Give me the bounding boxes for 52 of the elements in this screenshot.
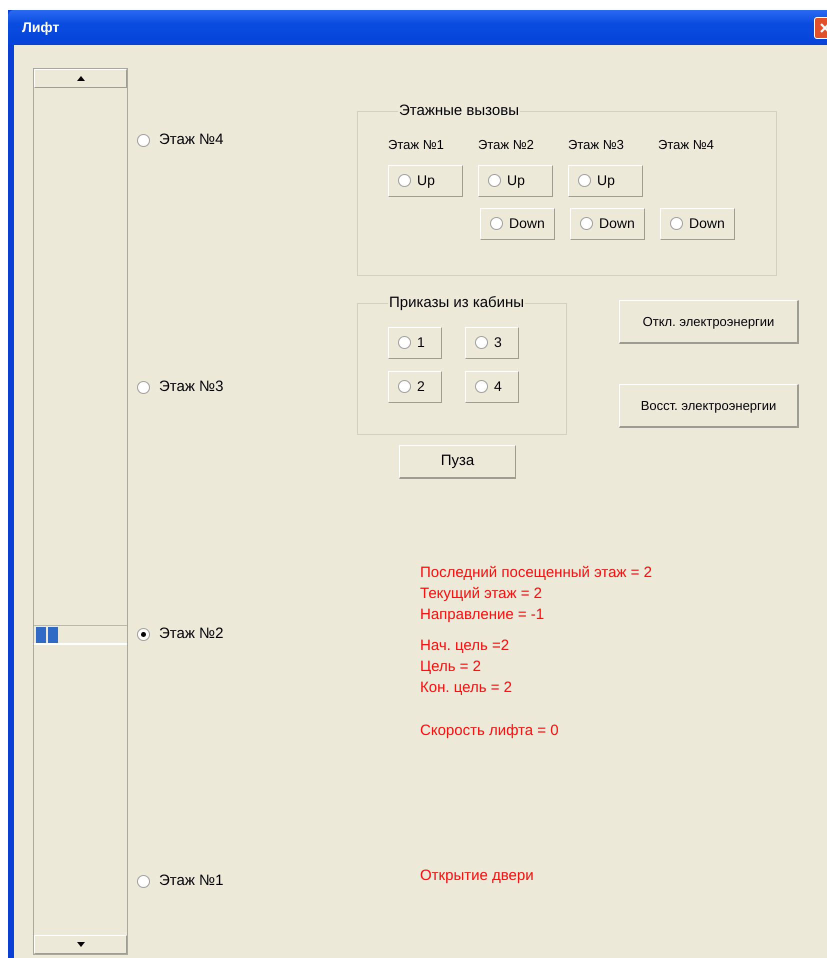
radio-toggle-button[interactable]: 3 (465, 326, 519, 358)
column-label: Этаж №4 (658, 136, 715, 150)
radio-toggle-button[interactable]: Up (568, 164, 643, 196)
radio-button[interactable] (137, 380, 150, 394)
radio-toggle-button[interactable]: 2 (388, 370, 442, 402)
car-indicator (48, 626, 58, 642)
radio-button[interactable] (137, 874, 150, 888)
radio-toggle-button[interactable]: Up (388, 164, 463, 196)
radio-button[interactable] (398, 174, 411, 187)
column-label: Этаж №1 (388, 136, 445, 150)
radio-button[interactable] (488, 174, 501, 187)
group-title: Этажные вызовы (398, 101, 520, 121)
status-text: Кон. цель = 2 (420, 678, 513, 698)
radio-button[interactable] (578, 174, 591, 187)
status-text: Цель = 2 (420, 657, 482, 677)
car-indicator (36, 626, 46, 642)
column-label: Этаж №2 (478, 136, 535, 150)
radio-toggle-button[interactable]: 4 (465, 370, 519, 402)
radio-toggle-button[interactable]: Down (480, 208, 555, 240)
floor-label: Этаж №3 (159, 376, 224, 397)
radio-toggle-button[interactable]: Up (478, 164, 553, 196)
status-text: Направление = -1 (420, 605, 546, 625)
up-arrow-icon (76, 76, 84, 81)
floor-label: Этаж №4 (159, 130, 224, 150)
radio-toggle-button[interactable]: Down (660, 208, 735, 240)
radio-button[interactable] (137, 134, 150, 146)
radio-button[interactable] (137, 628, 150, 640)
radio-button[interactable] (490, 217, 503, 230)
power-button[interactable]: Восст. электроэнергии (619, 384, 799, 428)
status-text: Скорость лифта = 0 (420, 721, 560, 741)
door-status-text: Открытие двери (420, 866, 535, 886)
scroll-down-button[interactable] (34, 935, 127, 954)
radio-button[interactable] (670, 217, 683, 230)
status-text: Последний посещенный этаж = 2 (420, 563, 653, 583)
radio-button[interactable] (475, 336, 488, 349)
radio-button[interactable] (580, 217, 593, 230)
power-button[interactable]: Откл. электроэнергии (619, 300, 799, 344)
group-title: Приказы из кабины (388, 293, 526, 313)
floor-label: Этаж №2 (159, 624, 224, 644)
column-label: Этаж №3 (568, 136, 625, 150)
floor-label: Этаж №1 (159, 870, 224, 891)
scroll-up-button[interactable] (34, 69, 127, 88)
status-text: Текущий этаж = 2 (420, 584, 543, 604)
radio-toggle-button[interactable]: Down (570, 208, 645, 240)
radio-button[interactable] (398, 380, 411, 393)
radio-button[interactable] (475, 380, 488, 393)
status-text: Нач. цель =2 (420, 636, 510, 656)
pause-button[interactable]: Пуза (399, 445, 516, 479)
window-title: Лифт (22, 18, 60, 37)
radio-toggle-button[interactable]: 1 (388, 326, 442, 358)
radio-button[interactable] (398, 336, 411, 349)
down-arrow-icon (76, 942, 84, 947)
